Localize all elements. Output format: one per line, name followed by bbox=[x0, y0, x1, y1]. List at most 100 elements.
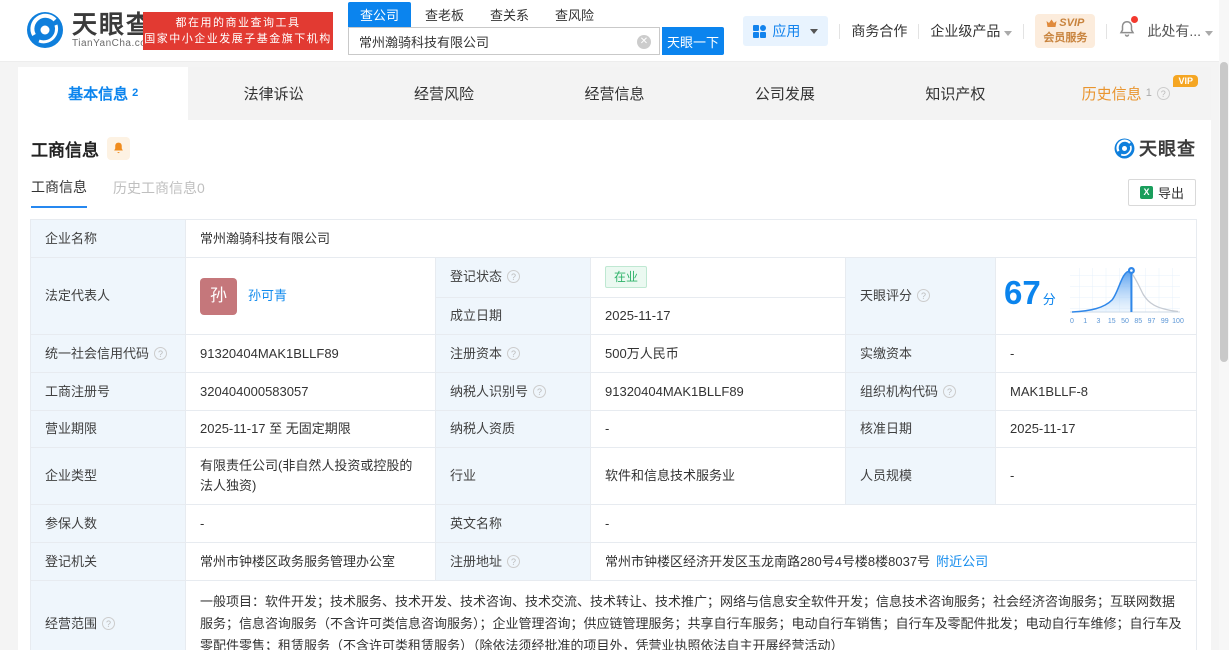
search-tab-boss[interactable]: 查老板 bbox=[413, 2, 476, 27]
field-label: 人员规模 bbox=[845, 447, 996, 505]
search-area: 查公司 查老板 查关系 查风险 ✕ 天眼一下 bbox=[348, 2, 724, 55]
table-row: 企业类型 有限责任公司(非自然人投资或控股的法人独资) 行业 软件和信息技术服务… bbox=[30, 447, 1198, 505]
avatar[interactable]: 孙 bbox=[200, 277, 237, 315]
field-label: 行业 bbox=[435, 447, 591, 505]
field-label: 注册资本 bbox=[435, 334, 591, 373]
table-row: 统一社会信用代码 91320404MAK1BLLF89 注册资本 500万人民币… bbox=[30, 334, 1198, 373]
divider bbox=[1106, 23, 1108, 39]
table-row: 工商注册号 320404000583057 纳税人识别号 91320404MAK… bbox=[30, 372, 1198, 411]
apps-menu[interactable]: 应用 bbox=[743, 16, 829, 46]
slogan-line2: 国家中小企业发展子基金旗下机构 bbox=[144, 33, 332, 45]
help-icon[interactable] bbox=[507, 346, 521, 360]
nearby-companies-link[interactable]: 附近公司 bbox=[936, 554, 988, 569]
search-tab-relation[interactable]: 查关系 bbox=[478, 2, 541, 27]
tab-intellectual-property[interactable]: 知识产权 bbox=[870, 67, 1040, 120]
clear-search-icon[interactable]: ✕ bbox=[637, 35, 651, 49]
legal-rep-cell: 孙 孙可青 bbox=[185, 257, 436, 335]
apps-label: 应用 bbox=[772, 23, 801, 39]
approval-date-value: 2025-11-17 bbox=[994, 410, 1198, 448]
svg-text:15: 15 bbox=[1108, 318, 1116, 325]
company-nav-tabs: 基本信息 2 法律诉讼 经营风险 经营信息 公司发展 知识产权 VIP 历史信息… bbox=[18, 67, 1211, 120]
svip-member-button[interactable]: SVIP 会员服务 bbox=[1035, 14, 1096, 48]
paid-capital-value: - bbox=[994, 334, 1198, 373]
svg-text:100: 100 bbox=[1172, 318, 1184, 325]
english-name-value: - bbox=[589, 504, 1198, 543]
table-row: 法定代表人 孙 孙可青 登记状态 在业 天眼评分 67分 bbox=[30, 257, 1198, 335]
status-badge: 在业 bbox=[605, 266, 648, 289]
tab-operation-risk[interactable]: 经营风险 bbox=[359, 67, 529, 120]
chevron-down-icon bbox=[1205, 31, 1213, 36]
field-label: 核准日期 bbox=[845, 410, 996, 448]
tab-history-info[interactable]: VIP 历史信息 1 bbox=[1041, 67, 1211, 120]
tab-basic-info[interactable]: 基本信息 2 bbox=[18, 67, 189, 120]
business-cooperation-link[interactable]: 商务合作 bbox=[851, 21, 907, 41]
crown-icon bbox=[1046, 19, 1057, 27]
tianyancha-logo-icon bbox=[1114, 138, 1135, 158]
notification-bell-button[interactable] bbox=[1118, 16, 1139, 43]
search-tab-company[interactable]: 查公司 bbox=[348, 2, 412, 27]
scrollbar-thumb[interactable] bbox=[1220, 62, 1228, 362]
est-date-value: 2025-11-17 bbox=[590, 296, 846, 335]
biz-term-value: 2025-11-17 至 无固定期限 bbox=[185, 410, 436, 448]
help-icon[interactable] bbox=[943, 384, 957, 398]
help-icon[interactable] bbox=[154, 346, 168, 360]
svg-text:50: 50 bbox=[1121, 318, 1129, 325]
table-row: 营业期限 2025-11-17 至 无固定期限 纳税人资质 - 核准日期 202… bbox=[30, 410, 1198, 448]
tab-operation-info[interactable]: 经营信息 bbox=[529, 67, 699, 120]
subtab-history-business-info[interactable]: 历史工商信息0 bbox=[113, 178, 205, 207]
reg-authority-value: 常州市钟楼区政务服务管理办公室 bbox=[185, 542, 436, 581]
svg-text:1: 1 bbox=[1083, 318, 1087, 325]
help-icon[interactable] bbox=[507, 554, 521, 568]
search-tabs: 查公司 查老板 查关系 查风险 bbox=[348, 2, 724, 27]
org-code-value: MAK1BLLF-8 bbox=[994, 372, 1198, 411]
taxpayer-id-value: 91320404MAK1BLLF89 bbox=[590, 372, 846, 411]
biz-scope-value: 一般项目：软件开发；技术服务、技术开发、技术咨询、技术交流、技术转让、技术推广；… bbox=[184, 580, 1198, 650]
header-nav: 应用 商务合作 企业级产品 SVIP 会员服务 此处有... bbox=[743, 0, 1213, 62]
reg-capital-value: 500万人民币 bbox=[590, 334, 846, 373]
subtab-business-info[interactable]: 工商信息 bbox=[31, 177, 87, 208]
help-icon[interactable] bbox=[102, 617, 116, 630]
field-label: 注册地址 bbox=[435, 542, 591, 581]
business-info-table: 企业名称 常州瀚骑科技有限公司 法定代表人 孙 孙可青 登记状态 在业 天眼评分 bbox=[30, 219, 1198, 650]
chevron-down-icon bbox=[810, 28, 819, 34]
slogan-line1: 都在用的商业查询工具 bbox=[175, 17, 301, 29]
monitor-bell-button[interactable] bbox=[107, 136, 130, 160]
help-icon[interactable] bbox=[507, 270, 521, 284]
apps-grid-icon bbox=[753, 24, 767, 38]
search-tab-risk[interactable]: 查风险 bbox=[543, 2, 606, 27]
legal-rep-link[interactable]: 孙可青 bbox=[248, 286, 287, 306]
search-button[interactable]: 天眼一下 bbox=[662, 27, 724, 55]
export-button[interactable]: 导出 bbox=[1127, 179, 1196, 206]
field-label: 天眼评分 bbox=[845, 257, 996, 335]
top-header: 天眼查 TianYanCha.com 都在用的商业查询工具 国家中小企业发展子基… bbox=[0, 0, 1229, 62]
help-icon[interactable] bbox=[917, 289, 931, 302]
vertical-scrollbar[interactable] bbox=[1219, 0, 1229, 650]
help-icon[interactable] bbox=[1156, 87, 1170, 100]
field-label: 纳税人识别号 bbox=[435, 372, 591, 411]
tab-count: 2 bbox=[132, 86, 139, 99]
vip-badge: VIP bbox=[1173, 75, 1198, 87]
help-icon[interactable] bbox=[533, 384, 547, 398]
staff-size-value: - bbox=[994, 447, 1198, 505]
field-label: 企业名称 bbox=[30, 219, 186, 258]
tab-count: 1 bbox=[1145, 86, 1152, 99]
divider bbox=[839, 23, 841, 39]
score-distribution-chart: 0 1 3 15 50 85 97 99 100 bbox=[1069, 267, 1184, 325]
tab-company-development[interactable]: 公司发展 bbox=[700, 67, 870, 120]
divider bbox=[1023, 23, 1025, 39]
tab-legal-litigation[interactable]: 法律诉讼 bbox=[188, 67, 358, 120]
field-label: 实缴资本 bbox=[845, 334, 996, 373]
section-title: 工商信息 bbox=[31, 140, 99, 160]
enterprise-product-menu[interactable]: 企业级产品 bbox=[930, 21, 1013, 41]
search-input[interactable] bbox=[349, 28, 659, 54]
score-axis-ticks: 0 1 3 15 50 85 97 99 100 bbox=[1070, 318, 1184, 325]
site-logo[interactable]: 天眼查 TianYanCha.com bbox=[26, 11, 155, 49]
chevron-down-icon bbox=[1004, 31, 1013, 36]
field-label: 经营范围 bbox=[30, 580, 186, 650]
field-label: 企业类型 bbox=[30, 447, 186, 505]
slogan-badge: 都在用的商业查询工具 国家中小企业发展子基金旗下机构 bbox=[143, 12, 333, 50]
field-label: 法定代表人 bbox=[30, 257, 186, 335]
user-account-menu[interactable]: 此处有... bbox=[1147, 21, 1213, 41]
table-row: 企业名称 常州瀚骑科技有限公司 bbox=[30, 219, 1198, 258]
excel-icon bbox=[1139, 186, 1153, 199]
